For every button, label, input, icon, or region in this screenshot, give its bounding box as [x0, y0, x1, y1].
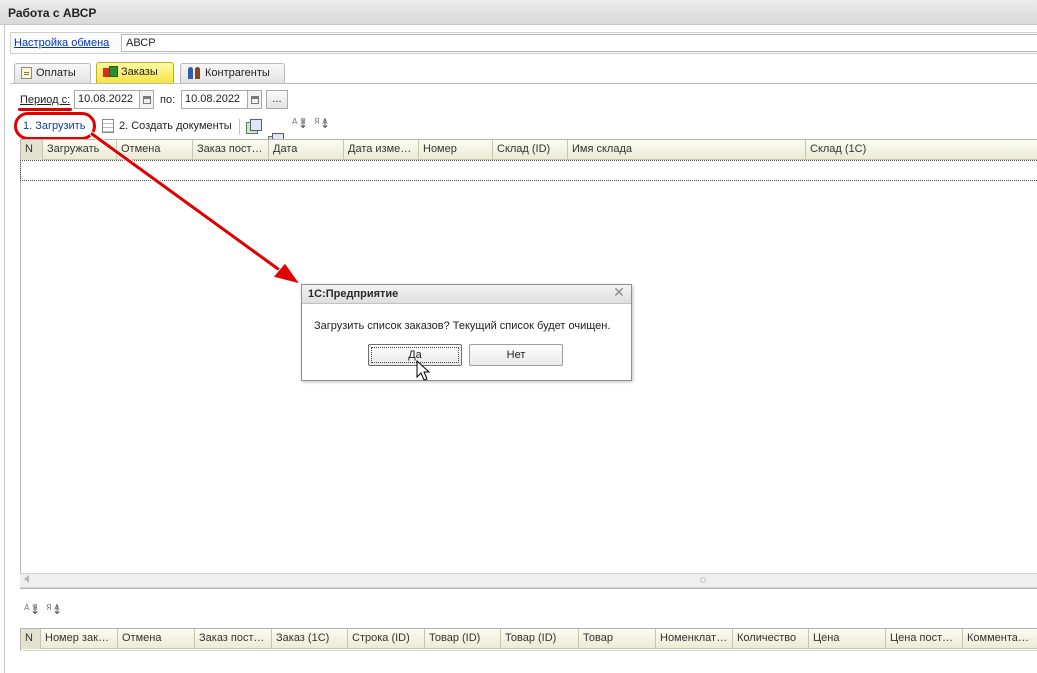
order-items-table-header: N Номер зака… Отмена Заказ поста… Заказ …	[21, 629, 1037, 649]
column-header[interactable]: Товар	[579, 629, 656, 649]
column-header[interactable]: Заказ поста…	[195, 629, 272, 649]
table-bottom-divider	[20, 650, 1037, 651]
column-header[interactable]: Цена поста…	[886, 629, 963, 649]
column-header[interactable]: Товар (ID)	[425, 629, 501, 649]
column-header[interactable]: Отмена	[118, 629, 195, 649]
order-items-table[interactable]: N Номер зака… Отмена Заказ поста… Заказ …	[20, 628, 1037, 650]
sort-descending-icon[interactable]: Я А ↓	[46, 604, 62, 621]
dialog-title-bar: 1С:Предприятие ✕	[302, 285, 631, 304]
column-header[interactable]: Товар (ID)	[501, 629, 579, 649]
confirm-dialog: 1С:Предприятие ✕ Загрузить список заказо…	[301, 284, 632, 381]
column-header[interactable]: Цена	[809, 629, 886, 649]
column-header[interactable]: N	[21, 629, 41, 649]
column-header[interactable]: Номер зака…	[41, 629, 118, 649]
mouse-cursor-icon	[416, 360, 430, 381]
no-button[interactable]: Нет	[469, 344, 563, 366]
column-header[interactable]: Заказ (1С)	[272, 629, 348, 649]
column-header[interactable]: Строка (ID)	[348, 629, 425, 649]
close-icon[interactable]: ✕	[612, 286, 626, 300]
focus-ring	[371, 347, 459, 363]
arrow-down-icon: ↓	[51, 603, 62, 617]
sort-ascending-icon[interactable]: А Я ↓	[24, 604, 40, 621]
column-header[interactable]: Комментар…	[963, 629, 1037, 649]
yes-button[interactable]: Да	[368, 344, 462, 366]
column-header[interactable]: Количество	[733, 629, 809, 649]
dialog-title: 1С:Предприятие	[308, 288, 399, 300]
column-header[interactable]: Номенклату…	[656, 629, 733, 649]
dialog-message: Загрузить список заказов? Текущий список…	[314, 320, 611, 332]
arrow-down-icon: ↓	[29, 603, 40, 617]
